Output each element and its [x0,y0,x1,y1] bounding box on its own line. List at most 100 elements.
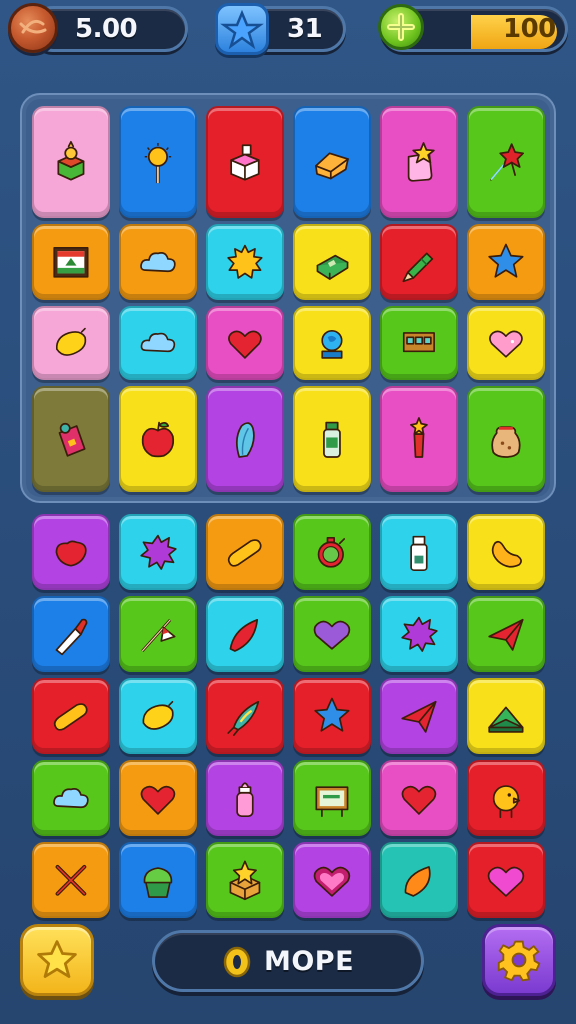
more-button-label: MOPE [263,945,355,977]
bottom-board-tile[interactable] [467,514,545,590]
coin-count: 5.00 [75,14,138,44]
more-button[interactable]: MOPE [152,930,424,992]
bottom-board-tile[interactable] [293,514,371,590]
top-board-tile[interactable] [293,106,371,218]
bottom-board-tile[interactable] [32,760,110,836]
coin-icon [8,3,58,53]
heart-icon [140,785,176,815]
star-icon [488,243,524,278]
top-board-tile[interactable] [206,224,284,300]
bottom-board-tile[interactable] [32,514,110,590]
top-board-tile[interactable] [293,224,371,300]
top-board-tile[interactable] [293,386,371,492]
splat-icon [401,616,438,652]
top-board-tile[interactable] [119,386,197,492]
bottom-board-tile[interactable] [119,514,197,590]
star-button[interactable] [20,924,94,996]
cloud-icon [140,333,176,353]
control-panel-icon [402,332,436,353]
bottom-board-tile[interactable] [206,514,284,590]
star-icon [314,697,350,732]
lollipop-icon [144,142,172,183]
sign-board-icon [315,786,349,817]
bottom-board-tile[interactable] [467,842,545,918]
plus-gem-icon[interactable] [378,4,424,50]
globe-trophy-icon [321,330,343,359]
chick-icon [492,784,521,818]
star-jar-icon [407,141,435,182]
top-board-tile[interactable] [467,224,545,300]
bottom-board-tile[interactable] [32,596,110,672]
bottom-board-tile[interactable] [119,842,197,918]
apple-icon [141,422,175,458]
lemon-icon [56,328,87,357]
settings-button[interactable] [482,924,556,996]
top-board-tile[interactable] [119,224,197,300]
top-board-tile[interactable] [32,386,110,492]
milk-bottle-icon [410,535,428,571]
top-board-tile[interactable] [32,106,110,218]
top-board-tile[interactable] [206,106,284,218]
bottom-board-tile[interactable] [380,514,458,590]
orange-leaf-icon [404,865,431,897]
top-board-tile[interactable] [32,306,110,380]
top-board-tile[interactable] [467,106,545,218]
star-count: 31 [287,14,323,44]
paintbrush-icon [55,618,88,655]
top-board-tile[interactable] [380,224,458,300]
top-board-tile[interactable] [380,386,458,492]
bottom-board-tile[interactable] [380,678,458,754]
top-board-tile[interactable] [293,306,371,380]
tag-icon [58,423,86,458]
paper-plane-icon [488,618,524,651]
bottom-board-tile[interactable] [206,678,284,754]
gem-count: 100 [503,14,556,44]
gear-icon [497,940,541,982]
bottom-board-tile[interactable] [293,842,371,918]
bottom-board-tile[interactable] [119,760,197,836]
bottom-board-tile[interactable] [380,760,458,836]
bottom-board-tile[interactable] [293,596,371,672]
framed-picture-icon [53,246,89,278]
bottom-board-tile[interactable] [32,842,110,918]
top-board-tile[interactable] [380,106,458,218]
bottom-board-tile[interactable] [32,678,110,754]
scissors-icon [55,864,87,896]
sack-icon [491,426,521,459]
bottom-board-tile[interactable] [293,760,371,836]
top-board-tile[interactable] [467,306,545,380]
top-board-tile[interactable] [206,306,284,380]
cheese-block-icon [315,151,349,179]
bottom-board-tile[interactable] [206,760,284,836]
heart-icon [401,785,437,815]
top-board-tile[interactable] [32,224,110,300]
baby-bottle-icon [236,782,254,817]
sun-gear-icon [227,244,263,279]
top-board-tile[interactable] [119,106,197,218]
cake-box-icon [57,140,85,181]
cloud-icon [53,787,89,808]
top-board-tile[interactable] [119,306,197,380]
bottom-board-tile[interactable] [206,596,284,672]
bottom-board-tile[interactable] [119,596,197,672]
star-wand-icon [490,142,525,181]
top-board-tile[interactable] [380,306,458,380]
bottom-board-tile[interactable] [293,678,371,754]
tent-icon [488,706,524,733]
star-icon [37,940,77,978]
bottom-board-tile[interactable] [467,596,545,672]
pink-heart-icon [489,330,523,358]
top-board-tile[interactable] [467,386,545,492]
bottom-board-tile[interactable] [380,596,458,672]
bottom-board-tile[interactable] [119,678,197,754]
top-board-tile[interactable] [206,386,284,492]
bean-icon [491,540,522,568]
drop-icon [223,946,251,978]
heart-icon [228,330,262,359]
green-book-icon [316,254,349,280]
bottom-board-tile[interactable] [206,842,284,918]
bottom-board-tile[interactable] [467,760,545,836]
bottom-board-tile[interactable] [467,678,545,754]
bottom-board-tile[interactable] [380,842,458,918]
lemon-icon [142,700,174,730]
